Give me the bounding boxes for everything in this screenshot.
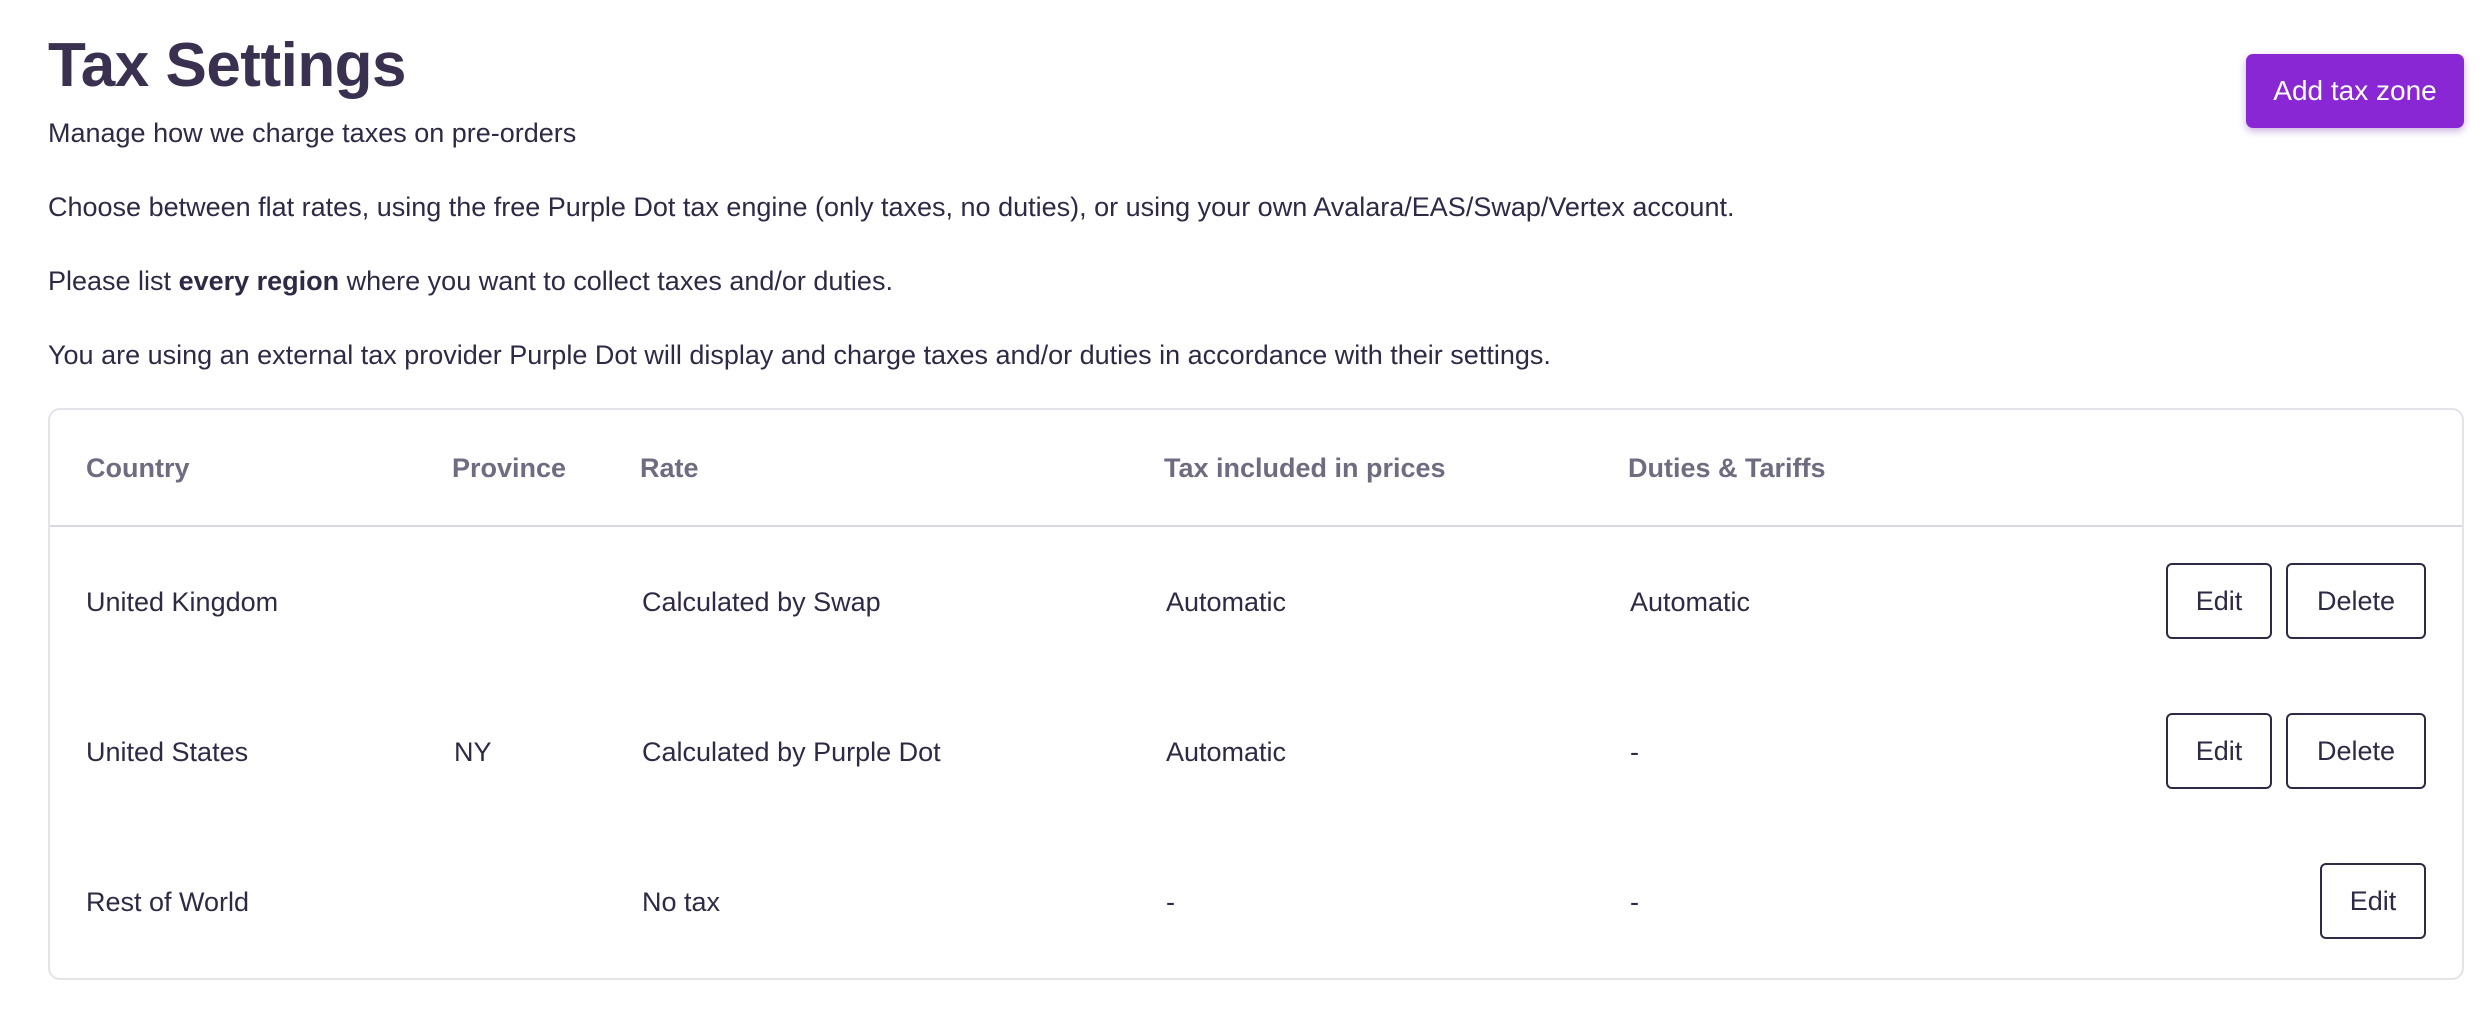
column-header-duties: Duties & Tariffs <box>1628 453 1826 483</box>
cell-duties: Automatic <box>1630 587 1751 617</box>
edit-button[interactable]: Edit <box>2166 713 2272 789</box>
column-header-rate: Rate <box>640 453 699 483</box>
info-tax-options: Choose between flat rates, using the fre… <box>48 192 1735 222</box>
tax-zones-table: Country Province Rate Tax included in pr… <box>48 408 2464 980</box>
cell-rate: Calculated by Swap <box>642 587 881 617</box>
cell-duties: - <box>1630 737 1639 767</box>
cell-country: United Kingdom <box>86 587 279 617</box>
column-header-tax-included: Tax included in prices <box>1164 453 1446 483</box>
column-header-province: Province <box>452 453 567 483</box>
cell-tax-included: Automatic <box>1166 737 1287 767</box>
page-title: Tax Settings <box>48 31 407 100</box>
table-row: United Kingdom Calculated by Swap Automa… <box>50 527 2462 677</box>
info-list-regions-before: Please list <box>48 266 179 296</box>
table-row: United States NY Calculated by Purple Do… <box>50 677 2462 827</box>
cell-rate: Calculated by Purple Dot <box>642 737 941 767</box>
add-tax-zone-button[interactable]: Add tax zone <box>2246 54 2464 128</box>
page-subtitle: Manage how we charge taxes on pre-orders <box>48 118 577 148</box>
delete-button[interactable]: Delete <box>2286 563 2426 639</box>
cell-tax-included: - <box>1166 887 1175 917</box>
column-header-country: Country <box>86 453 190 483</box>
info-list-regions: Please list every region where you want … <box>48 263 893 299</box>
cell-rate: No tax <box>642 887 721 917</box>
cell-country: Rest of World <box>86 887 250 917</box>
edit-button[interactable]: Edit <box>2166 563 2272 639</box>
info-list-regions-after: where you want to collect taxes and/or d… <box>339 266 893 296</box>
cell-tax-included: Automatic <box>1166 587 1287 617</box>
table-row: Rest of World No tax - - Edit <box>50 827 2462 977</box>
info-list-regions-emphasis: every region <box>178 266 340 296</box>
cell-country: United States <box>86 737 249 767</box>
cell-duties: - <box>1630 887 1639 917</box>
edit-button[interactable]: Edit <box>2320 863 2426 939</box>
delete-button[interactable]: Delete <box>2286 713 2426 789</box>
cell-province: NY <box>454 737 492 767</box>
table-header: Country Province Rate Tax included in pr… <box>50 410 2462 527</box>
info-external-provider: You are using an external tax provider P… <box>48 340 1551 370</box>
